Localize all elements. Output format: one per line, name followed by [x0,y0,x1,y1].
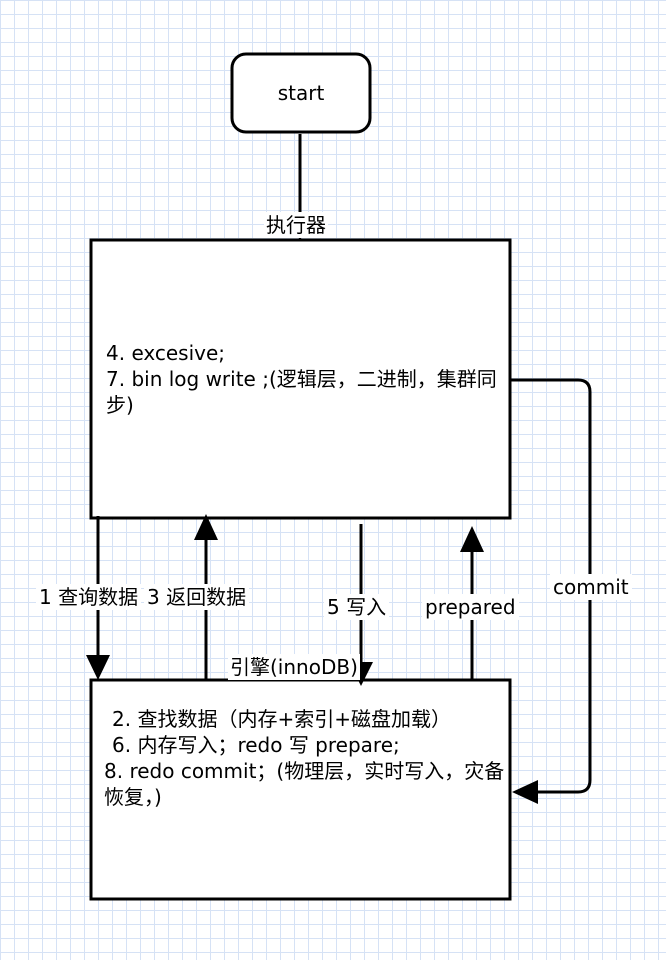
prepared-arrowhead [460,526,484,552]
executor-line-2: 7. bin log write ;(逻辑层，二进制，集群同步) [106,367,497,417]
query-arrowhead [86,655,110,680]
start-label: start [277,81,325,105]
engine-line-2: 6. 内存写入；redo 写 prepare; [112,733,400,757]
executor-line-1: 4. excesive; [106,341,226,365]
commit-arrowhead [512,780,538,804]
engine-content: 2. 查找数据（内存+索引+磁盘加载） 6. 内存写入；redo 写 prepa… [104,706,506,810]
query-label: 1 查询数据 [36,584,142,610]
executor-content: 4. excesive; 7. bin log write ;(逻辑层，二进制，… [104,340,502,418]
flow-diagram [86,52,592,901]
prepared-label: prepared [422,594,519,620]
commit-label: commit [550,574,632,600]
executor-title: 执行器 [264,212,328,238]
write-label: 5 写入 [324,594,390,620]
engine-title: 引擎(innoDB) [228,654,360,680]
engine-line-3: 8. redo commit；(物理层，实时写入，灾备恢复，) [104,759,505,809]
engine-line-1: 2. 查找数据（内存+索引+磁盘加载） [112,707,451,731]
return-label: 3 返回数据 [144,584,250,610]
